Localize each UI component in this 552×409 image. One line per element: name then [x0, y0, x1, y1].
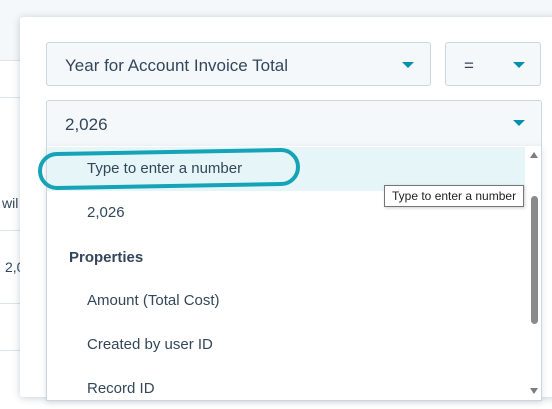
property-select-value: Year for Account Invoice Total [65, 56, 289, 75]
option-label: 2,026 [87, 204, 125, 221]
dropdown-scrollbar[interactable] [527, 146, 541, 400]
scrollbar-thumb[interactable] [531, 196, 538, 324]
option-record-id[interactable]: Record ID [47, 367, 525, 400]
scroll-down-arrow-icon[interactable] [530, 388, 538, 394]
group-label-properties: Properties [69, 249, 144, 266]
option-amount-total-cost[interactable]: Amount (Total Cost) [47, 279, 525, 323]
option-label: Amount (Total Cost) [87, 292, 220, 309]
option-label: Record ID [87, 380, 155, 397]
tooltip: Type to enter a number [384, 185, 525, 207]
caret-down-icon [513, 62, 525, 68]
operator-select[interactable]: = [445, 42, 541, 86]
property-select[interactable]: Year for Account Invoice Total [46, 42, 431, 86]
operator-select-value: = [464, 56, 474, 75]
scroll-up-arrow-icon[interactable] [530, 152, 538, 158]
option-label: Created by user ID [87, 336, 213, 353]
value-select-value: 2,026 [65, 115, 108, 134]
value-select[interactable]: 2,026 [46, 100, 542, 146]
partial-text: wil [2, 195, 19, 211]
option-created-by-user-id[interactable]: Created by user ID [47, 323, 525, 367]
caret-down-icon [513, 120, 525, 126]
annotation-circle [37, 147, 301, 191]
caret-down-icon [402, 62, 414, 68]
